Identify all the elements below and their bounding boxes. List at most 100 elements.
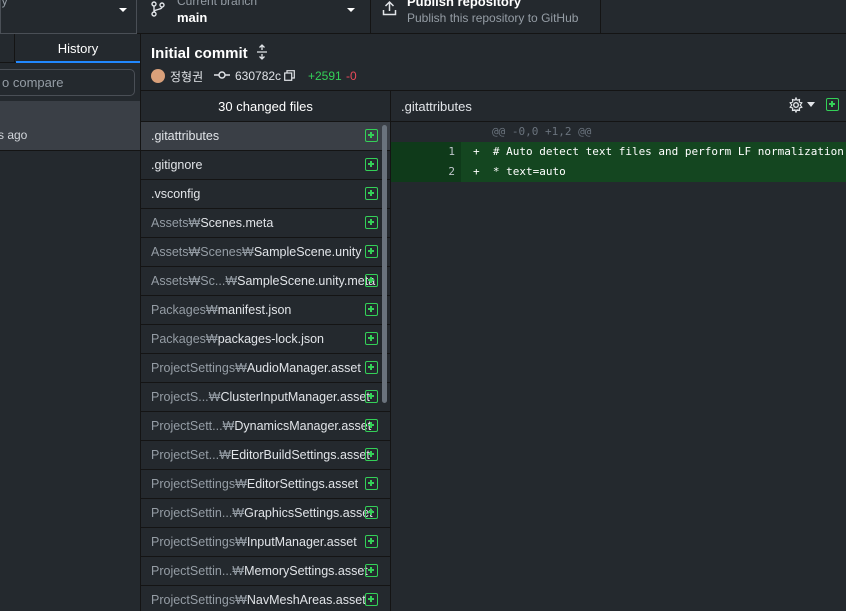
git-branch-icon [151, 1, 165, 17]
file-added-icon [365, 187, 378, 200]
file-list-item[interactable]: .vsconfig [141, 180, 390, 209]
sidebar-tabs: History [0, 34, 140, 63]
file-list-item[interactable]: Assets₩Scenes₩SampleScene.unity [141, 238, 390, 267]
chevron-down-icon [119, 8, 127, 12]
file-list-item[interactable]: .gitattributes [141, 122, 390, 151]
file-added-icon [365, 303, 378, 316]
diff-filename: .gitattributes [401, 99, 472, 114]
file-directory: Assets₩Sc...₩ [151, 274, 238, 288]
file-name: DynamicsManager.asset [234, 419, 372, 433]
file-name: NavMeshAreas.asset [246, 593, 366, 607]
file-name: .gitattributes [151, 129, 220, 143]
file-list-item[interactable]: ProjectSettin...₩MemorySettings.asset [141, 557, 390, 586]
commit-additions: +2591 [308, 69, 342, 83]
file-directory: Packages₩ [151, 303, 218, 317]
file-list-item[interactable]: ProjectSettings₩AudioManager.asset [141, 354, 390, 383]
publish-repository-label: Publish repository [407, 0, 522, 9]
diff-hunk-header: @@ -0,0 +1,2 @@ [391, 122, 846, 142]
current-branch-value: main [177, 10, 208, 25]
file-name: manifest.json [217, 303, 292, 317]
file-added-icon [365, 158, 378, 171]
tab-changes[interactable] [0, 34, 15, 63]
file-list-item[interactable]: Packages₩manifest.json [141, 296, 390, 325]
current-repository-label: ory [0, 0, 8, 8]
diff-line-added[interactable]: 1 + # Auto detect text files and perform … [391, 142, 846, 162]
upload-icon [382, 0, 397, 16]
file-name: SampleScene.unity.meta [237, 274, 376, 288]
file-directory: Assets₩Scenes₩ [151, 245, 254, 259]
file-directory: ProjectS...₩ [151, 390, 221, 404]
commit-summary: Initial commit 정형권 630782c +2591 -0 [141, 34, 846, 91]
file-name: EditorSettings.asset [246, 477, 359, 491]
file-added-icon [365, 593, 378, 606]
file-list-item[interactable]: Assets₩Scenes.meta [141, 209, 390, 238]
toolbar: ory Current branch main Publish reposito… [0, 0, 846, 34]
publish-repository-description: Publish this repository to GitHub [407, 11, 579, 25]
file-directory: ProjectSettin...₩ [151, 506, 245, 520]
avatar [151, 69, 165, 83]
file-directory: Packages₩ [151, 332, 218, 346]
file-list-item[interactable]: ProjectSettings₩EditorSettings.asset [141, 470, 390, 499]
diff-header: .gitattributes [391, 91, 846, 122]
commit-list-item[interactable]: s ago [0, 101, 140, 151]
file-list-item[interactable]: ProjectSettings₩InputManager.asset [141, 528, 390, 557]
file-directory: ProjectSettings₩ [151, 535, 247, 549]
diff-line-number: 1 [427, 142, 461, 162]
diff-line-added[interactable]: 2 + * text=auto [391, 162, 846, 182]
file-list-item[interactable]: ProjectSett...₩DynamicsManager.asset [141, 412, 390, 441]
file-added-icon [365, 129, 378, 142]
commit-title: Initial commit [151, 45, 248, 62]
file-name: MemorySettings.asset [244, 564, 368, 578]
branch-compare-input[interactable]: o compare [0, 69, 135, 96]
file-added-icon [365, 216, 378, 229]
file-added-icon [365, 419, 378, 432]
file-added-icon [365, 274, 378, 287]
file-list-item[interactable]: Assets₩Sc...₩SampleScene.unity.meta [141, 267, 390, 296]
changed-files-list: 30 changed files .gitattributes .gitignor… [141, 91, 391, 611]
file-list-item[interactable]: ProjectS...₩ClusterInputManager.asset [141, 383, 390, 412]
file-name: .vsconfig [151, 187, 201, 201]
file-name: ClusterInputManager.asset [220, 390, 370, 404]
publish-repository-button[interactable]: Publish repository Publish this reposito… [371, 0, 601, 34]
diff-gutter-new [427, 122, 461, 142]
file-directory: Assets₩ [151, 216, 201, 230]
file-list-item[interactable]: Packages₩packages-lock.json [141, 325, 390, 354]
file-name: AudioManager.asset [246, 361, 361, 375]
current-branch-label: Current branch [177, 0, 258, 8]
chevron-down-icon[interactable] [807, 102, 815, 107]
file-name: SampleScene.unity [253, 245, 362, 259]
file-list-item[interactable]: .gitignore [141, 151, 390, 180]
file-directory: ProjectSet...₩ [151, 448, 231, 462]
file-list-scrollbar[interactable] [382, 125, 387, 403]
file-added-icon [365, 448, 378, 461]
file-list-item[interactable]: ProjectSettin...₩GraphicsSettings.asset [141, 499, 390, 528]
file-list-item[interactable]: ProjectSettings₩NavMeshAreas.asset [141, 586, 390, 611]
file-directory: ProjectSettings₩ [151, 477, 247, 491]
hunk-text: @@ -0,0 +1,2 @@ [492, 125, 592, 138]
file-added-icon [365, 361, 378, 374]
file-added-icon [826, 98, 839, 111]
diff-line-text: + * text=auto [473, 165, 566, 178]
changed-files-header: 30 changed files [141, 91, 390, 122]
git-commit-icon [214, 71, 230, 79]
current-repository-button[interactable]: ory [0, 0, 137, 34]
current-branch-button[interactable]: Current branch main [138, 0, 371, 34]
file-directory: ProjectSettin...₩ [151, 564, 245, 578]
file-added-icon [365, 506, 378, 519]
diff-line-text: + # Auto detect text files and perform L… [473, 145, 844, 158]
file-added-icon [365, 390, 378, 403]
commit-author: 정형권 [170, 70, 204, 84]
gear-icon[interactable] [788, 97, 804, 113]
file-added-icon [365, 245, 378, 258]
file-directory: ProjectSett...₩ [151, 419, 235, 433]
commit-sha: 630782c [235, 69, 282, 83]
file-list-item[interactable]: ProjectSet...₩EditorBuildSettings.asset [141, 441, 390, 470]
tab-history[interactable]: History [16, 34, 140, 63]
commit-time: s ago [0, 128, 28, 142]
diff-gutter-old [391, 142, 427, 162]
sidebar: History o compare s ago [0, 34, 141, 611]
file-directory: ProjectSettings₩ [151, 593, 247, 607]
copy-icon[interactable] [284, 70, 295, 81]
expand-icon[interactable] [255, 44, 269, 60]
diff-gutter-old [391, 122, 427, 142]
